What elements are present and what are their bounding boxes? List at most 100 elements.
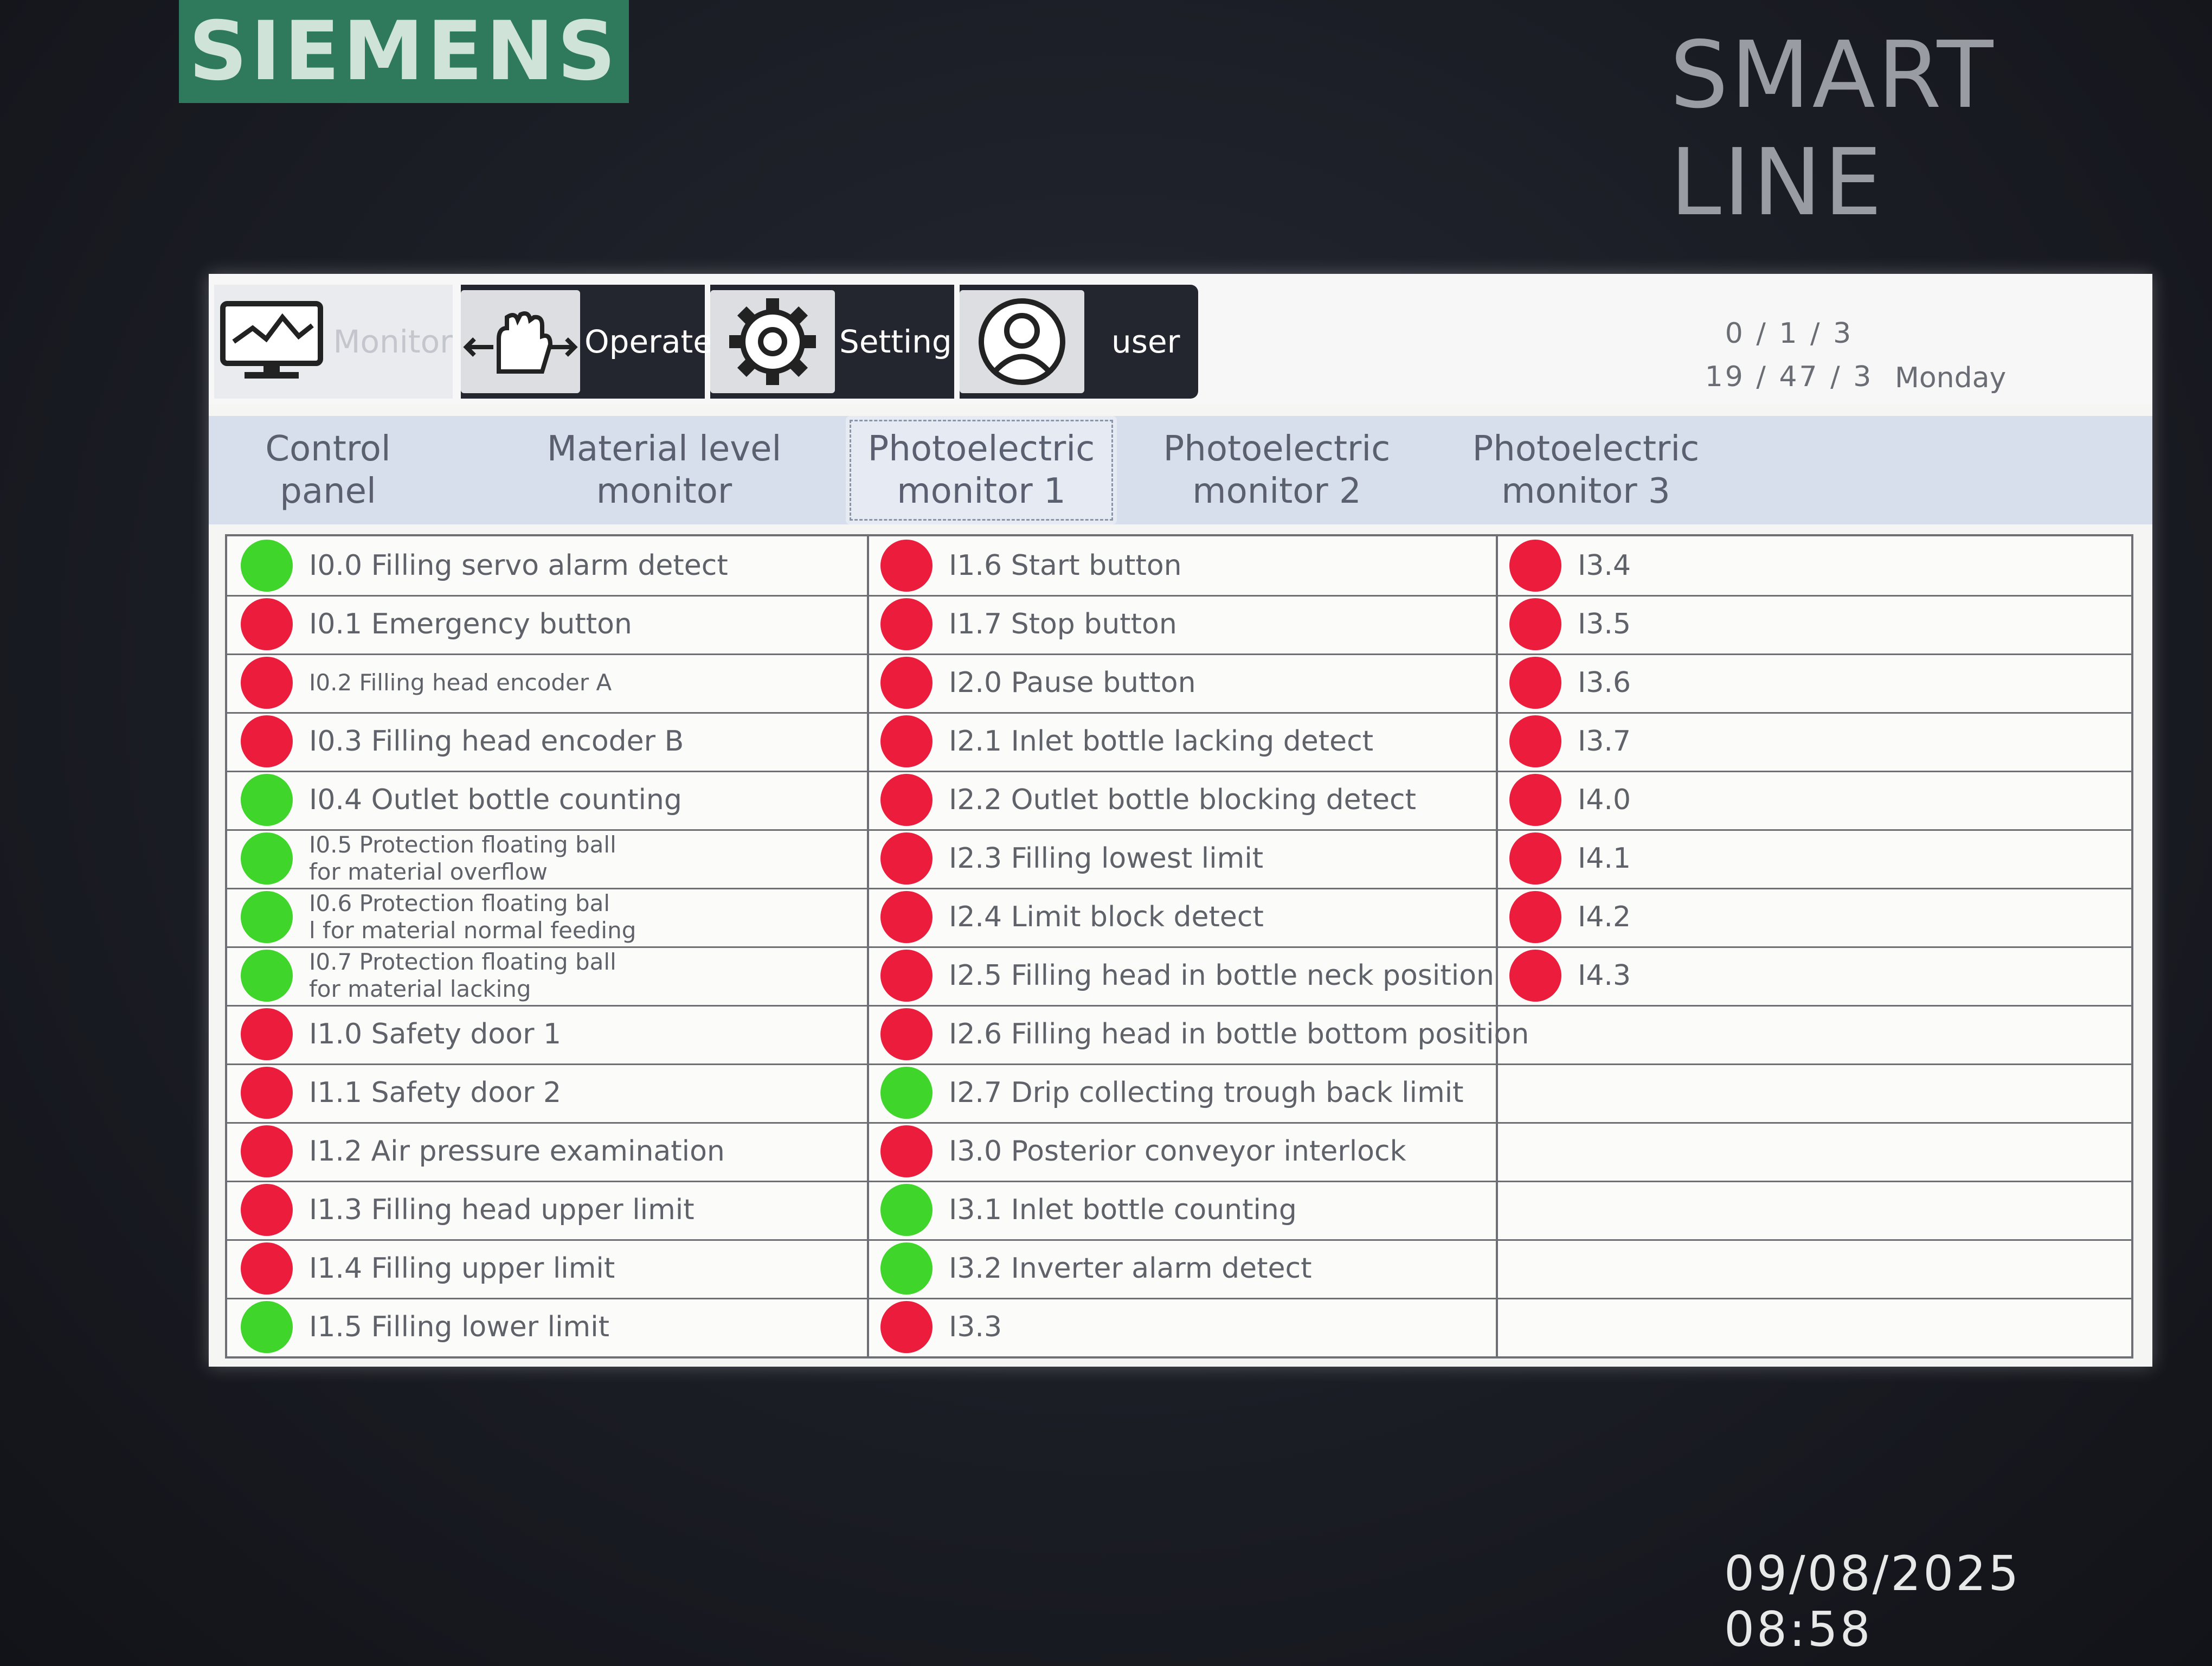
nav-setting-button[interactable]: Setting [710,285,954,399]
nav-operate-label: Operate [584,323,712,360]
tab-material-level-monitor[interactable]: Material level monitor [545,416,783,524]
io-signal-row: I0.5 Protection floating ball for materi… [241,830,859,887]
monitor-chart-icon [214,290,329,393]
status-indicator-lamp [1509,540,1561,592]
io-signal-row: I3.3 [880,1298,1499,1356]
io-signal-label: I1.7 Stop button [949,608,1177,640]
io-signal-label: I1.2 Air pressure examination [309,1135,725,1168]
status-indicator-lamp [880,1008,933,1060]
io-signal-row: I0.2 Filling head encoder A [241,654,859,712]
status-indicator-lamp [880,832,933,885]
io-signal-row: I0.0 Filling servo alarm detect [241,537,859,594]
io-signal-row: I3.2 Inverter alarm detect [880,1240,1499,1297]
io-signal-label: I0.7 Protection floating ball for materi… [309,949,616,1002]
io-signal-row: I1.5 Filling lower limit [241,1298,859,1356]
io-signal-row: I4.1 [1509,830,2106,887]
status-indicator-lamp [1509,891,1561,943]
status-indicator-lamp [880,1301,933,1353]
io-signal-row: I2.4 Limit block detect [880,888,1499,946]
io-signal-row: I2.6 Filling head in bottle bottom posit… [880,1005,1529,1063]
io-signal-row: I2.7 Drip collecting trough back limit [880,1064,1499,1122]
io-signal-row: I2.0 Pause button [880,654,1499,712]
tab-photoelectric-monitor-1[interactable]: Photoelectric monitor 1 [846,416,1117,524]
io-signal-label: I0.2 Filling head encoder A [309,669,612,696]
tab-label: Material level monitor [546,429,782,511]
photo-timestamp: 09/08/2025 08:58 [1724,1546,2021,1657]
status-indicator-lamp [241,1008,293,1060]
io-signal-row: I1.6 Start button [880,537,1499,594]
nav-monitor-label: Monitor [333,323,453,360]
tab-label: Photoelectric monitor 1 [867,429,1095,511]
io-signal-label: I3.4 [1578,549,1631,582]
io-signal-label: I3.1 Inlet bottle counting [949,1194,1297,1226]
io-signal-row: I3.5 [1509,595,2106,653]
io-signal-label: I2.3 Filling lowest limit [949,842,1264,875]
io-signal-label: I2.6 Filling head in bottle bottom posit… [949,1018,1529,1050]
status-indicator-lamp [241,774,293,826]
io-signal-label: I3.0 Posterior conveyor interlock [949,1135,1406,1168]
io-signal-row: I3.0 Posterior conveyor interlock [880,1123,1499,1180]
user-icon [960,290,1084,393]
hand-gesture-icon [461,290,580,393]
date-readout: 0 / 1 / 3 [1725,317,1854,350]
date-time-display: 0 / 1 / 3 19 / 47 / 3 Monday [1700,317,2007,399]
tab-photoelectric-monitor-3[interactable]: Photoelectric monitor 3 [1450,416,1721,524]
tab-photoelectric-monitor-2[interactable]: Photoelectric monitor 2 [1141,416,1412,524]
io-signal-row: I4.0 [1509,771,2106,829]
io-signal-label: I3.2 Inverter alarm detect [949,1252,1312,1285]
io-signal-row: I2.3 Filling lowest limit [880,830,1499,887]
status-indicator-lamp [241,657,293,709]
nav-user-label: user [1111,323,1180,360]
status-indicator-lamp [880,715,933,767]
io-signal-label: I1.4 Filling upper limit [309,1252,615,1285]
status-indicator-lamp [880,891,933,943]
io-signal-label: I4.0 [1578,784,1631,816]
status-indicator-lamp [880,1125,933,1177]
io-signal-row: I1.1 Safety door 2 [241,1064,859,1122]
nav-user-button[interactable]: user [960,285,1198,399]
io-signal-row: I1.3 Filling head upper limit [241,1181,859,1239]
io-signal-label: I2.1 Inlet bottle lacking detect [949,725,1374,758]
io-signal-label: I0.1 Emergency button [309,608,632,640]
io-signal-label: I2.4 Limit block detect [949,901,1264,933]
nav-monitor-button[interactable]: Monitor [214,285,453,399]
tab-label: Photoelectric monitor 3 [1472,429,1700,511]
status-indicator-lamp [880,657,933,709]
io-signal-row: I0.7 Protection floating ball for materi… [241,947,859,1004]
gear-icon [710,290,835,393]
status-indicator-lamp [880,1184,933,1236]
status-indicator-lamp [241,598,293,650]
tab-label: Photoelectric monitor 2 [1163,429,1391,511]
hmi-screen: Monitor Operate Setting user 0 / 1 / 3 1… [209,274,2152,1367]
status-indicator-lamp [241,950,293,1002]
status-indicator-lamp [880,1067,933,1119]
status-indicator-lamp [880,950,933,1002]
io-signal-label: I3.6 [1578,667,1631,699]
io-signal-row: I1.4 Filling upper limit [241,1240,859,1297]
io-signal-label: I4.2 [1578,901,1631,933]
io-signal-label: I1.1 Safety door 2 [309,1077,562,1109]
status-indicator-lamp [241,715,293,767]
io-signal-row: I4.3 [1509,947,2106,1004]
status-indicator-lamp [241,1242,293,1295]
io-signal-label: I3.3 [949,1311,1002,1343]
status-indicator-lamp [241,1301,293,1353]
io-signal-row: I4.2 [1509,888,2106,946]
io-signal-row: I2.1 Inlet bottle lacking detect [880,713,1499,770]
io-signal-label: I1.5 Filling lower limit [309,1311,610,1343]
status-indicator-lamp [880,1242,933,1295]
siemens-logo: SIEMENS [179,0,629,103]
status-indicator-lamp [1509,657,1561,709]
io-status-table: I0.0 Filling servo alarm detect I0.1 Emer… [225,534,2133,1359]
io-signal-row: I1.7 Stop button [880,595,1499,653]
status-indicator-lamp [1509,950,1561,1002]
tab-control-panel[interactable]: Control panel [220,416,436,524]
io-signal-row: I0.1 Emergency button [241,595,859,653]
io-signal-label: I0.3 Filling head encoder B [309,725,684,758]
io-signal-label: I0.4 Outlet bottle counting [309,784,682,816]
io-signal-row: I1.2 Air pressure examination [241,1123,859,1180]
status-indicator-lamp [880,540,933,592]
io-signal-row: I0.6 Protection floating bal l for mater… [241,888,859,946]
nav-operate-button[interactable]: Operate [461,285,712,399]
io-signal-label: I0.0 Filling servo alarm detect [309,549,728,582]
